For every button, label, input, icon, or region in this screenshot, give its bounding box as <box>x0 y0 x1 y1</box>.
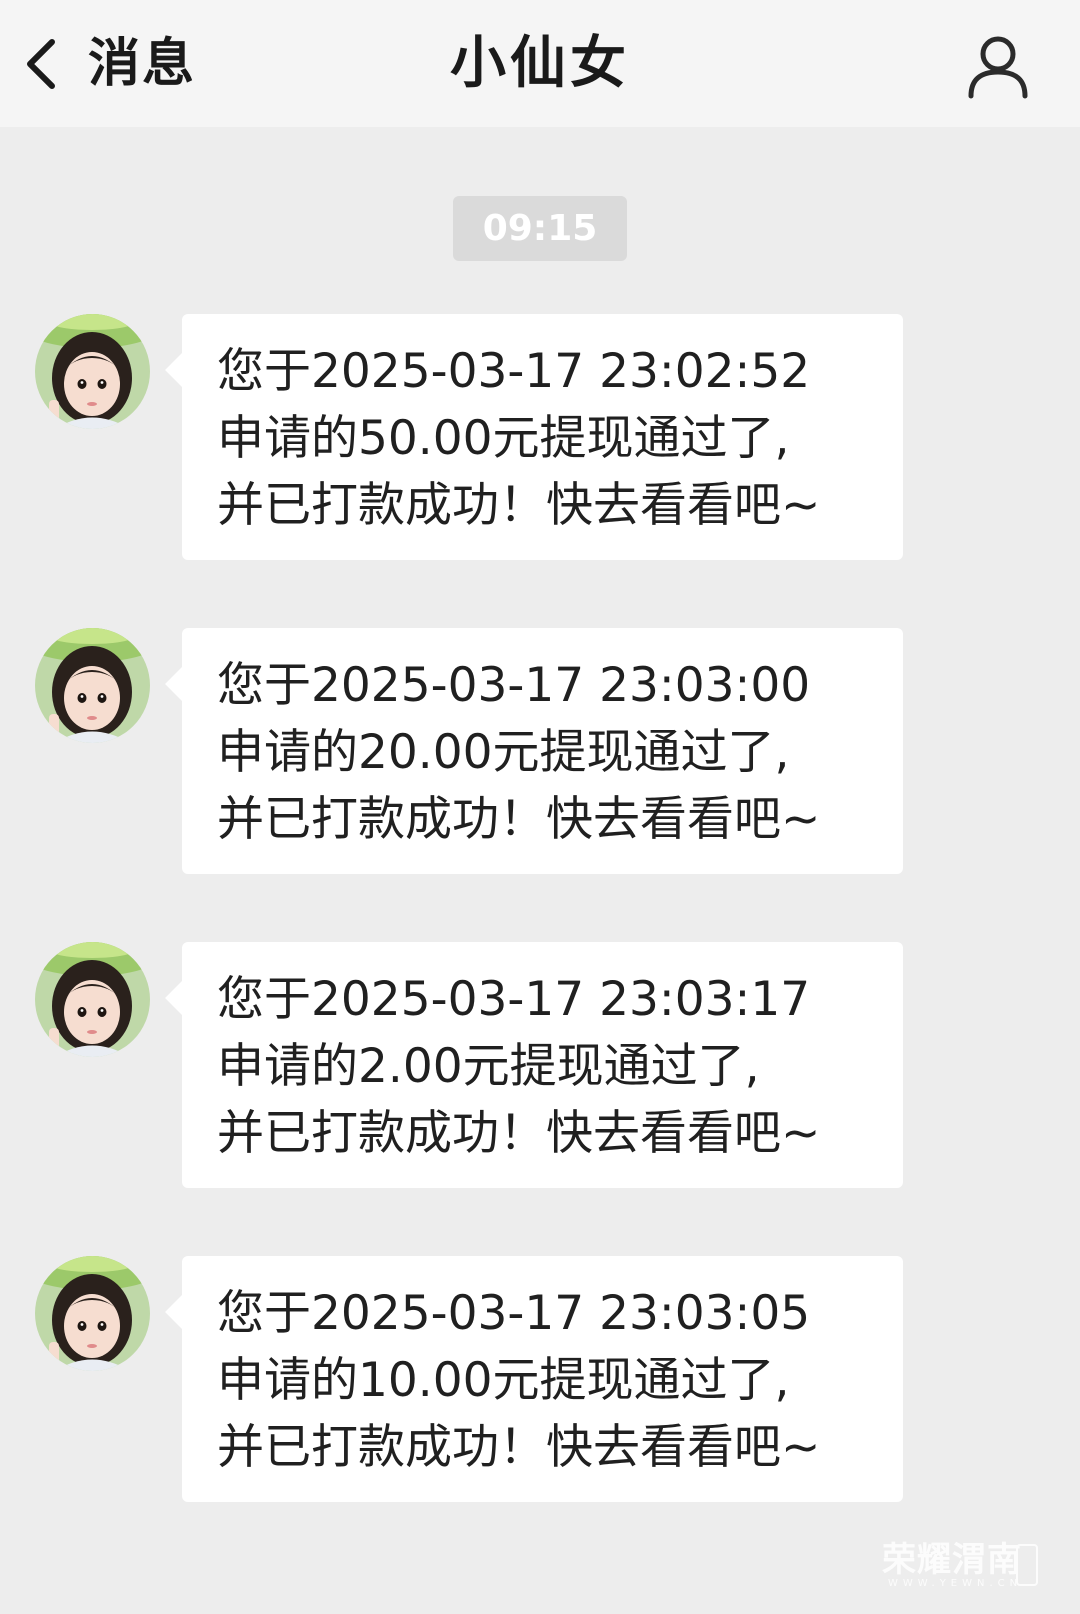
message-bubble[interactable]: 您于2025-03-17 23:02:52 申请的50.00元提现通过了, 并已… <box>182 314 903 560</box>
avatar-image <box>35 942 150 1057</box>
top-bar: 消息 小仙女 <box>0 0 1080 127</box>
watermark-url: WWW.YEWN.CN <box>888 1578 1023 1589</box>
avatar-image <box>35 1256 150 1371</box>
message-row: 您于2025-03-17 23:03:17 申请的2.00元提现通过了, 并已打… <box>0 942 1080 1188</box>
avatar[interactable] <box>35 1256 150 1371</box>
message-bubble[interactable]: 您于2025-03-17 23:03:17 申请的2.00元提现通过了, 并已打… <box>182 942 903 1188</box>
watermark-logo: 荣耀渭南 WWW.YEWN.CN <box>882 1540 1042 1589</box>
message-row: 您于2025-03-17 23:02:52 申请的50.00元提现通过了, 并已… <box>0 314 1080 560</box>
message-bubble[interactable]: 您于2025-03-17 23:03:05 申请的10.00元提现通过了, 并已… <box>182 1256 903 1502</box>
avatar[interactable] <box>35 314 150 429</box>
chevron-left-icon <box>27 39 55 89</box>
avatar[interactable] <box>35 942 150 1057</box>
avatar-image <box>35 314 150 429</box>
back-label: 消息 <box>88 34 197 94</box>
message-bubble[interactable]: 您于2025-03-17 23:03:00 申请的20.00元提现通过了, 并已… <box>182 628 903 874</box>
avatar[interactable] <box>35 628 150 743</box>
chat-title: 小仙女 <box>450 31 630 96</box>
profile-button[interactable] <box>962 30 1034 102</box>
watermark-text: 荣耀渭南 <box>882 1540 1022 1580</box>
message-row: 您于2025-03-17 23:03:05 申请的10.00元提现通过了, 并已… <box>0 1256 1080 1502</box>
back-button[interactable]: 消息 <box>18 28 196 100</box>
message-row: 您于2025-03-17 23:03:00 申请的20.00元提现通过了, 并已… <box>0 628 1080 874</box>
user-icon <box>968 36 1028 99</box>
avatar-image <box>35 628 150 743</box>
phone-icon <box>1016 1544 1038 1586</box>
message-timestamp: 09:15 <box>453 196 627 261</box>
